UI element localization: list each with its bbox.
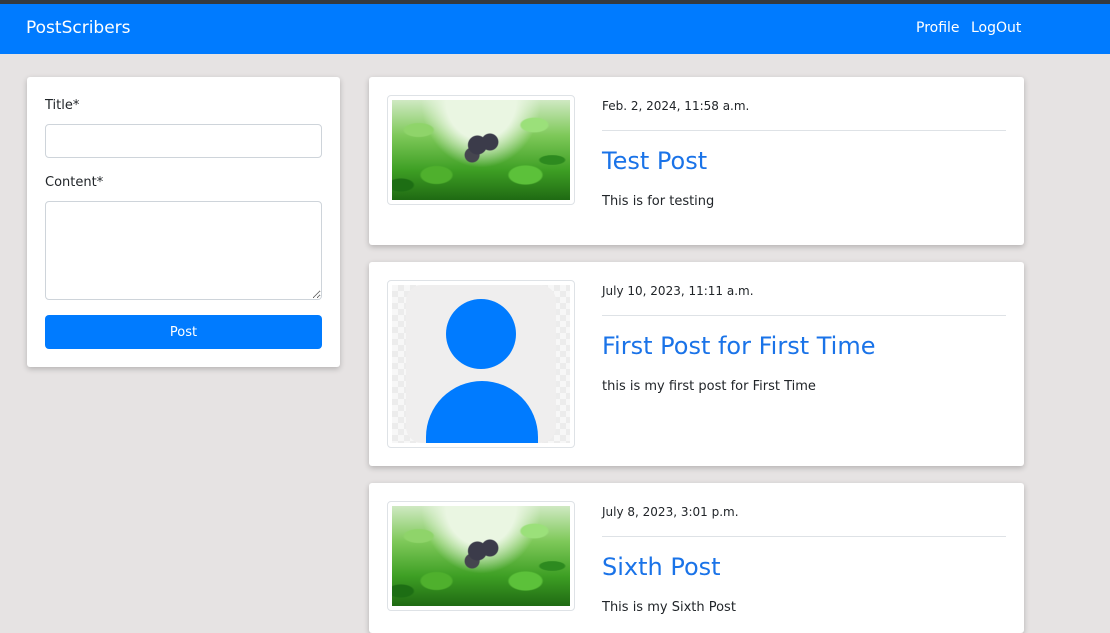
post-thumbnail [387,95,575,205]
post-divider [602,130,1006,131]
title-label: Title* [45,98,80,113]
post-date: Feb. 2, 2024, 11:58 a.m. [602,99,750,113]
post-title-link[interactable]: First Post for First Time [602,332,875,360]
avatar-head-icon [446,299,516,369]
avatar-image [392,285,570,443]
post-button[interactable]: Post [45,315,322,349]
new-post-form: Title* Content* Post [27,77,340,367]
post-card: Feb. 2, 2024, 11:58 a.m. Test Post This … [369,77,1024,245]
title-input[interactable] [45,124,322,158]
post-thumbnail [387,280,575,448]
clover-image [392,506,570,606]
post-body: This is for testing [602,194,715,209]
post-divider [602,536,1006,537]
post-thumbnail [387,501,575,611]
post-date: July 10, 2023, 11:11 a.m. [602,284,754,298]
navbar: PostScribers Profile LogOut [0,4,1110,54]
brand-link[interactable]: PostScribers [26,18,131,38]
post-title-link[interactable]: Sixth Post [602,553,721,581]
post-card: July 8, 2023, 3:01 p.m. Sixth Post This … [369,483,1024,633]
clover-image [392,100,570,200]
post-body: this is my first post for First Time [602,379,816,394]
post-card: July 10, 2023, 11:11 a.m. First Post for… [369,262,1024,466]
post-divider [602,315,1006,316]
nav-profile-link[interactable]: Profile [916,20,960,36]
content-textarea[interactable] [45,201,322,300]
post-title-link[interactable]: Test Post [602,147,707,175]
content-label: Content* [45,175,104,190]
post-body: This is my Sixth Post [602,600,736,615]
nav-logout-link[interactable]: LogOut [971,20,1021,36]
post-date: July 8, 2023, 3:01 p.m. [602,505,739,519]
